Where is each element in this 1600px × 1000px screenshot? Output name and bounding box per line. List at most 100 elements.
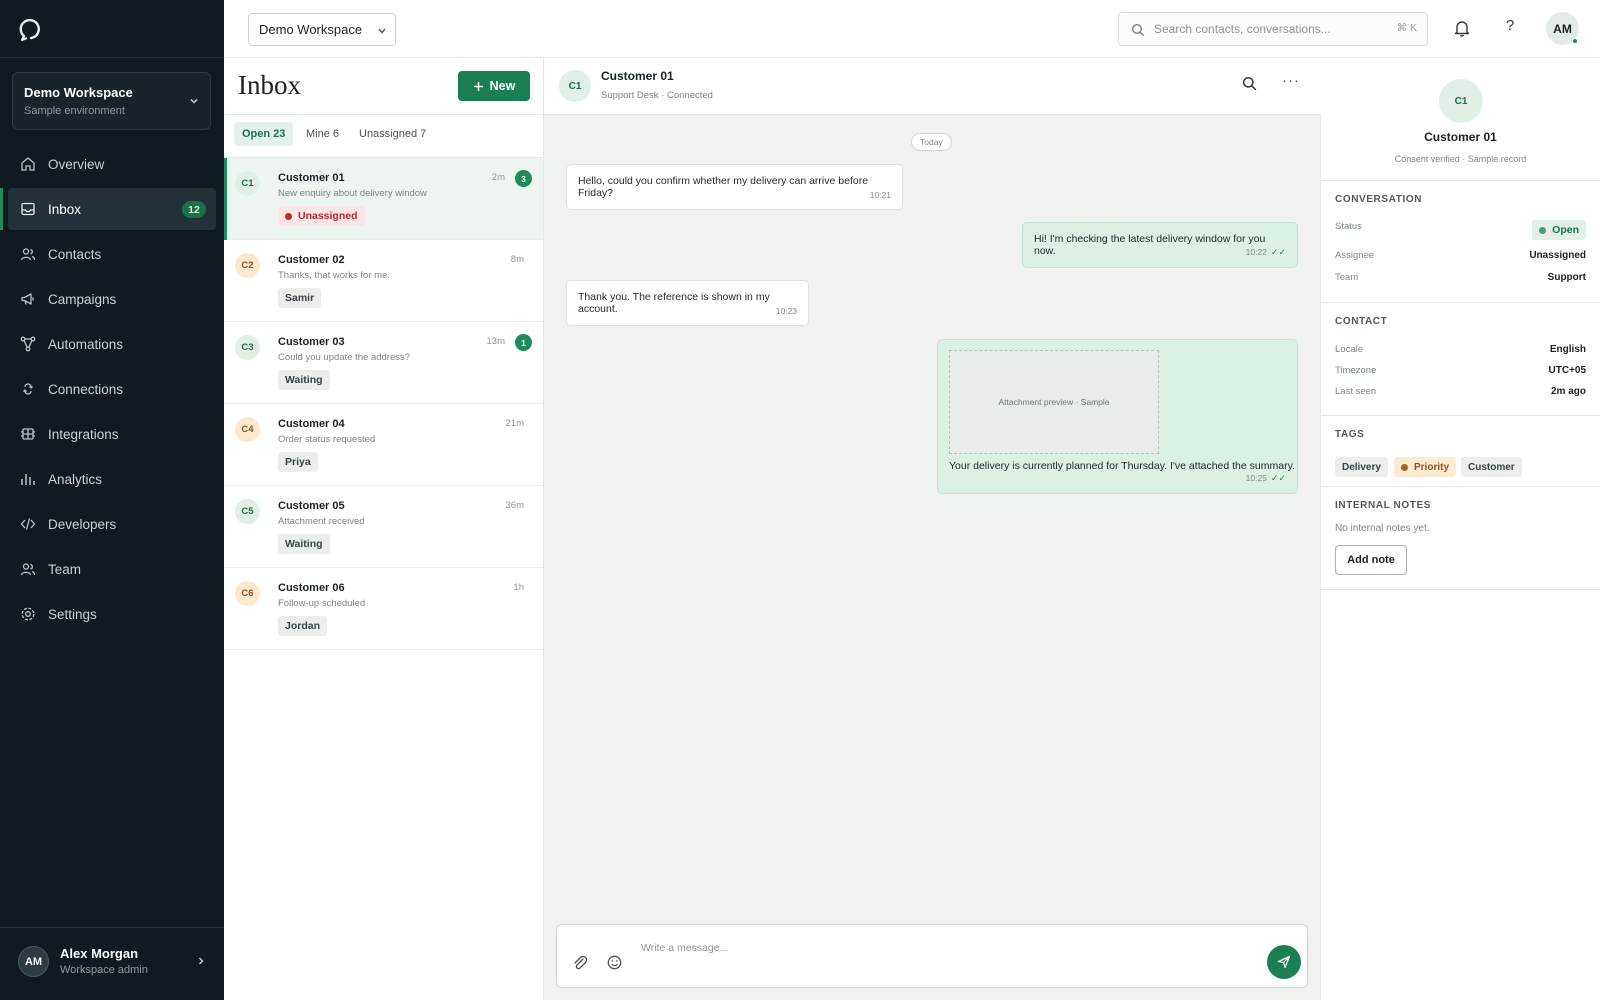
message-preview: Could you update the address? — [278, 352, 411, 363]
conversation-item[interactable]: C5 Customer 05 36m Attachment received W… — [224, 486, 543, 568]
message-meta: 10:22 ✓✓ — [1246, 247, 1286, 258]
team-value[interactable]: Support — [1548, 272, 1586, 283]
inbox-count-badge: 12 — [182, 201, 206, 218]
message-time: 10:22 — [1245, 247, 1267, 257]
date-separator: Today — [911, 133, 952, 151]
search-icon[interactable] — [1242, 76, 1257, 91]
assignee-label: Assignee — [1335, 250, 1375, 261]
user-menu[interactable]: AM Alex Morgan Workspace admin — [0, 928, 224, 1000]
new-conversation-button[interactable]: New — [458, 71, 530, 101]
sidebar-item-inbox[interactable]: Inbox 12 — [0, 188, 216, 230]
section-heading: CONTACT — [1335, 316, 1388, 327]
search-placeholder: Search contacts, conversations... — [1154, 22, 1331, 36]
conversation-item[interactable]: C1 Customer 01 2m 3 New enquiry about de… — [224, 158, 543, 240]
conversation-panel: C1 Customer 01 Support Desk · Connected … — [544, 58, 1321, 1000]
search-input[interactable]: Search contacts, conversations... ⌘ K — [1118, 12, 1428, 46]
section-heading: TAGS — [1335, 429, 1365, 440]
message-bubble-incoming: Thank you. The reference is shown in my … — [566, 280, 809, 326]
sidebar-item-label: Team — [48, 561, 82, 577]
timestamp: 8m — [510, 254, 524, 265]
tags-section: TAGS Delivery Priority Customer — [1321, 415, 1600, 486]
conversation-item[interactable]: C4 Customer 04 21m Order status requeste… — [224, 404, 543, 486]
message-preview: Order status requested — [278, 434, 376, 445]
more-options-icon[interactable]: ··· — [1282, 72, 1300, 89]
status-badge[interactable]: Open — [1532, 220, 1586, 240]
timestamp: 36m — [505, 500, 524, 511]
tag-priority[interactable]: Priority — [1394, 457, 1457, 477]
timestamp: 13m — [486, 336, 505, 347]
conversation-item[interactable]: C3 Customer 03 13m 1 Could you update th… — [224, 322, 543, 404]
inbox-panel: Inbox New Open 23 Mine 6 Unassigned 7 C1… — [224, 58, 544, 1000]
contact-name: Customer 06 — [278, 582, 345, 594]
read-receipt-icon: ✓✓ — [1270, 473, 1286, 483]
sidebar-item-contacts[interactable]: Contacts — [8, 233, 216, 275]
emoji-icon[interactable] — [607, 955, 622, 970]
online-status-dot — [1572, 38, 1578, 44]
workspace-switcher[interactable]: Demo Workspace Sample environment — [12, 72, 211, 130]
bell-icon[interactable] — [1454, 19, 1470, 37]
workspace-subtitle: Sample environment — [24, 105, 125, 117]
conversation-item[interactable]: C2 Customer 02 8m Thanks, that works for… — [224, 240, 543, 322]
help-icon[interactable]: ? — [1502, 17, 1518, 37]
contact-subtitle: Consent verified · Sample record — [1394, 154, 1527, 164]
message-text: Thank you. The reference is shown in my … — [578, 291, 770, 315]
sidebar-item-settings[interactable]: Settings — [8, 593, 216, 635]
logo-icon[interactable] — [18, 16, 44, 42]
sidebar-item-automations[interactable]: Automations — [8, 323, 216, 365]
conversation-channel: Support Desk · Connected — [601, 90, 713, 101]
message-input[interactable]: Write a message... — [641, 942, 728, 954]
sidebar-nav: Overview Inbox 12 Contacts Campaigns Aut… — [0, 143, 224, 638]
sidebar-item-connections[interactable]: Connections — [8, 368, 216, 410]
inbox-icon — [21, 202, 35, 216]
message-bubble-outgoing: Attachment preview · Sample Your deliver… — [937, 339, 1298, 494]
tab-unassigned[interactable]: Unassigned 7 — [351, 122, 434, 146]
priority-dot — [1401, 463, 1408, 471]
sidebar-item-label: Integrations — [48, 426, 119, 442]
sidebar-item-label: Overview — [48, 156, 105, 172]
tag-customer[interactable]: Customer — [1461, 457, 1522, 477]
sidebar-item-campaigns[interactable]: Campaigns — [8, 278, 216, 320]
conversation-item[interactable]: C6 Customer 06 1h Follow-up scheduled Jo… — [224, 568, 543, 650]
sidebar-item-label: Contacts — [48, 246, 102, 262]
locale-value: English — [1549, 344, 1586, 355]
notes-empty-state: No internal notes yet. — [1335, 523, 1430, 534]
tag-label: Priority — [1414, 461, 1450, 473]
avatar-initials: AM — [1553, 21, 1572, 36]
contact-name: Customer 04 — [278, 418, 345, 430]
sidebar-item-team[interactable]: Team — [8, 548, 216, 590]
message-bubble-incoming: Hello, could you confirm whether my deli… — [566, 164, 903, 210]
sidebar-item-integrations[interactable]: Integrations — [8, 413, 216, 455]
conversation-header: C1 Customer 01 Support Desk · Connected … — [544, 58, 1321, 115]
add-note-button[interactable]: Add note — [1335, 545, 1407, 575]
sidebar-item-overview[interactable]: Overview — [8, 143, 216, 185]
tab-open[interactable]: Open 23 — [234, 122, 294, 146]
assignee-value[interactable]: Unassigned — [1529, 250, 1586, 261]
sidebar-item-label: Analytics — [48, 471, 103, 487]
paperclip-icon[interactable] — [572, 955, 588, 971]
status-dot — [1539, 226, 1547, 234]
avatar: C2 — [235, 253, 260, 278]
new-button-label: New — [489, 79, 516, 93]
sidebar-item-label: Developers — [48, 516, 117, 532]
message-bubble-outgoing: Hi! I'm checking the latest delivery win… — [1022, 222, 1298, 268]
conversation-section: CONVERSATION Status Open Assignee Unassi… — [1321, 180, 1600, 302]
sidebar-item-developers[interactable]: Developers — [8, 503, 216, 545]
message-meta: 10:25 ✓✓ — [1246, 473, 1286, 484]
status-badge: Unassigned — [278, 206, 365, 226]
message-text: Your delivery is currently planned for T… — [949, 460, 1295, 472]
tag-delivery[interactable]: Delivery — [1335, 457, 1388, 477]
send-button[interactable] — [1267, 945, 1301, 979]
message-preview: Thanks, that works for me. — [278, 270, 390, 281]
avatar: C3 — [235, 335, 260, 360]
last-seen-value: 2m ago — [1550, 386, 1586, 397]
workspace-name: Demo Workspace — [24, 85, 133, 100]
avatar[interactable]: AM — [1546, 12, 1579, 45]
sidebar-item-analytics[interactable]: Analytics — [8, 458, 216, 500]
contact-name: Customer 05 — [278, 500, 345, 512]
search-icon — [1131, 23, 1145, 37]
megaphone-icon — [21, 293, 34, 305]
attachment-preview[interactable]: Attachment preview · Sample — [949, 350, 1159, 454]
tab-mine[interactable]: Mine 6 — [298, 122, 347, 146]
workspace-select[interactable]: Demo Workspace — [248, 13, 396, 46]
sidebar-item-label: Connections — [48, 381, 124, 397]
